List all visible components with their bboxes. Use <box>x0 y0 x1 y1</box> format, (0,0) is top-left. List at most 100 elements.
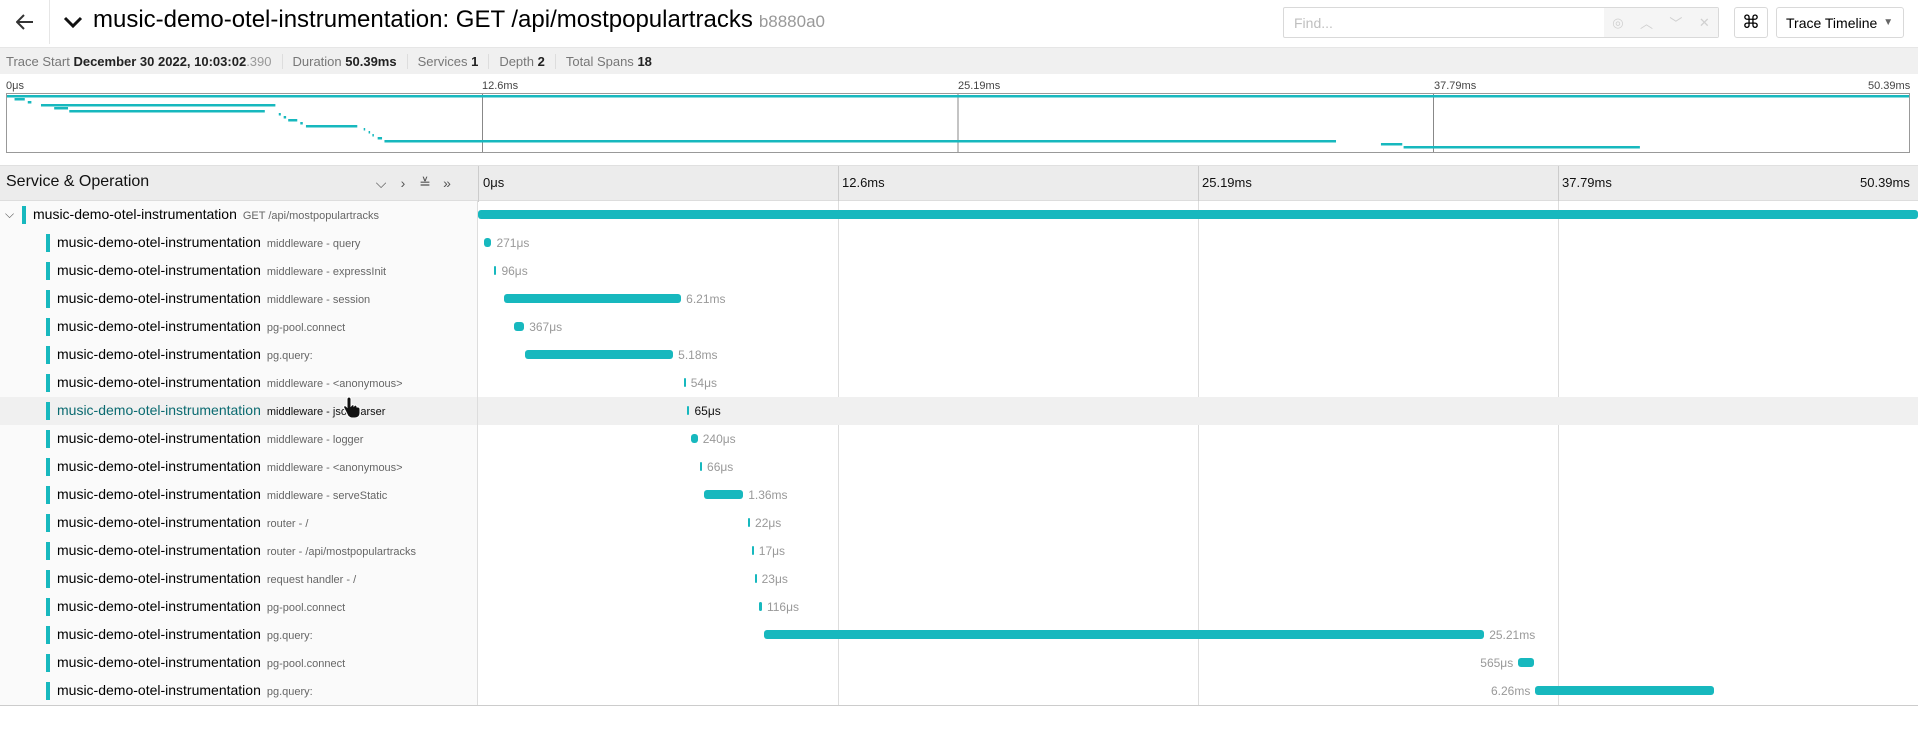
span-name-cell[interactable]: music-demo-otel-instrumentation pg.query: <box>0 341 478 369</box>
operation-name: pg.query: <box>266 686 313 698</box>
span-name-cell[interactable]: ⌵ music-demo-otel-instrumentation GET /api… <box>0 201 478 229</box>
span-bar[interactable] <box>483 238 492 247</box>
timeline-tick: 12.6ms <box>842 175 885 190</box>
chevron-down-icon[interactable] <box>62 11 84 33</box>
span-name-cell[interactable]: music-demo-otel-instrumentation pg-pool.c… <box>0 313 478 341</box>
span-row[interactable]: music-demo-otel-instrumentation pg-pool.c… <box>0 649 1918 677</box>
span-name-cell[interactable]: music-demo-otel-instrumentation pg.query: <box>0 677 478 705</box>
span-row[interactable]: music-demo-otel-instrumentation middlewar… <box>0 397 1918 425</box>
span-row[interactable]: music-demo-otel-instrumentation middlewar… <box>0 229 1918 257</box>
span-row[interactable]: music-demo-otel-instrumentation middlewar… <box>0 453 1918 481</box>
span-name-cell[interactable]: music-demo-otel-instrumentation middlewar… <box>0 285 478 313</box>
minimap-tick: 50.39ms <box>1868 80 1911 92</box>
minimap-tick: 37.79ms <box>1434 80 1477 92</box>
span-row[interactable]: music-demo-otel-instrumentation pg-pool.c… <box>0 313 1918 341</box>
next-result-icon[interactable]: ﹀ <box>1669 13 1682 32</box>
locate-icon[interactable]: ◎ <box>1612 15 1623 31</box>
service-color-marker <box>46 626 50 644</box>
span-name-cell[interactable]: music-demo-otel-instrumentation pg-pool.c… <box>0 593 478 621</box>
timeline-tick: 0μs <box>483 175 505 190</box>
span-row[interactable]: music-demo-otel-instrumentation middlewar… <box>0 285 1918 313</box>
clear-icon[interactable]: ✕ <box>1699 15 1710 31</box>
span-row[interactable]: music-demo-otel-instrumentation middlewar… <box>0 257 1918 285</box>
collapse-all-icon[interactable]: ≚ <box>416 175 434 192</box>
span-bar[interactable] <box>503 294 682 303</box>
span-row[interactable]: music-demo-otel-instrumentation pg.query:… <box>0 341 1918 369</box>
prev-result-icon[interactable]: ︿ <box>1640 13 1653 32</box>
span-bar[interactable] <box>700 462 703 471</box>
operation-name: request handler - / <box>266 574 357 586</box>
span-bar[interactable] <box>704 490 744 499</box>
span-bar[interactable] <box>763 630 1485 639</box>
span-bar[interactable] <box>478 210 1918 219</box>
span-name-cell[interactable]: music-demo-otel-instrumentation middlewar… <box>0 369 478 397</box>
column-divider[interactable] <box>478 166 479 202</box>
minimap-canvas[interactable] <box>6 93 1910 153</box>
span-duration-label: 367μs <box>529 320 563 334</box>
span-row[interactable]: music-demo-otel-instrumentation pg.query:… <box>0 677 1918 705</box>
span-bar[interactable] <box>683 378 686 387</box>
service-name: music-demo-otel-instrumentation <box>57 402 261 418</box>
keyboard-shortcuts-button[interactable]: ⌘ <box>1734 7 1768 38</box>
span-name-cell[interactable]: music-demo-otel-instrumentation middlewar… <box>0 425 478 453</box>
find-input[interactable] <box>1284 8 1604 37</box>
span-row[interactable]: music-demo-otel-instrumentation middlewar… <box>0 369 1918 397</box>
span-bar[interactable] <box>758 602 762 611</box>
span-service-name: music-demo-otel-instrumentation pg-pool.c… <box>57 598 345 614</box>
span-bar[interactable] <box>748 518 751 527</box>
trace-start-label: Trace Start <box>6 53 70 69</box>
trace-minimap[interactable]: 0μs 12.6ms 25.19ms 37.79ms 50.39ms <box>0 76 1918 156</box>
span-bar[interactable] <box>751 546 754 555</box>
span-row[interactable]: music-demo-otel-instrumentation pg-pool.c… <box>0 593 1918 621</box>
span-name-cell[interactable]: music-demo-otel-instrumentation middlewar… <box>0 397 478 425</box>
span-row[interactable]: music-demo-otel-instrumentation pg.query:… <box>0 621 1918 649</box>
span-bar[interactable] <box>754 574 757 583</box>
span-duration-label: 25.21ms <box>1489 628 1536 642</box>
span-bar[interactable] <box>1518 658 1535 667</box>
span-name-cell[interactable]: music-demo-otel-instrumentation middlewar… <box>0 257 478 285</box>
span-name-cell[interactable]: music-demo-otel-instrumentation pg.query: <box>0 621 478 649</box>
span-bar[interactable] <box>513 322 525 331</box>
services-label: Services <box>417 53 468 69</box>
trace-start-ms: .390 <box>246 53 272 69</box>
duration: Duration 50.39ms <box>292 53 408 69</box>
view-select[interactable]: Trace Timeline ▼ <box>1776 7 1904 38</box>
span-rows: ⌵ music-demo-otel-instrumentation GET /api… <box>0 201 1918 705</box>
span-row[interactable]: ⌵ music-demo-otel-instrumentation GET /api… <box>0 201 1918 229</box>
expand-one-icon[interactable]: › <box>394 175 412 192</box>
span-bar[interactable] <box>525 350 674 359</box>
back-button[interactable] <box>0 0 50 44</box>
span-row[interactable]: music-demo-otel-instrumentation middlewar… <box>0 481 1918 509</box>
span-row[interactable]: music-demo-otel-instrumentation router - … <box>0 509 1918 537</box>
span-name-cell[interactable]: music-demo-otel-instrumentation request h… <box>0 565 478 593</box>
minimap-span <box>7 95 1909 98</box>
expand-all-icon[interactable]: » <box>438 175 456 192</box>
span-row[interactable]: music-demo-otel-instrumentation request h… <box>0 565 1918 593</box>
span-service-name: music-demo-otel-instrumentation middlewar… <box>57 430 363 446</box>
span-name-cell[interactable]: music-demo-otel-instrumentation middlewar… <box>0 229 478 257</box>
span-bar[interactable] <box>690 434 698 443</box>
span-duration-label: 271μs <box>496 236 530 250</box>
span-service-name: music-demo-otel-instrumentation pg.query: <box>57 682 313 698</box>
span-bar[interactable] <box>687 406 690 415</box>
span-service-name: music-demo-otel-instrumentation middlewar… <box>57 290 370 306</box>
span-duration-label: 1.36ms <box>748 488 788 502</box>
span-bar[interactable] <box>1535 686 1715 695</box>
collapse-one-icon[interactable]: ⌵ <box>372 175 390 192</box>
minimap-span <box>69 110 265 113</box>
span-duration-label: 96μs <box>501 264 528 278</box>
span-row[interactable]: music-demo-otel-instrumentation middlewar… <box>0 425 1918 453</box>
minimap-span <box>54 107 69 110</box>
span-row[interactable]: music-demo-otel-instrumentation router - … <box>0 537 1918 565</box>
trace-header: music-demo-otel-instrumentation: GET /ap… <box>0 0 1918 48</box>
service-color-marker <box>46 262 50 280</box>
chevron-down-icon[interactable]: ⌵ <box>5 207 14 222</box>
span-name-cell[interactable]: music-demo-otel-instrumentation router - … <box>0 537 478 565</box>
span-name-cell[interactable]: music-demo-otel-instrumentation pg-pool.c… <box>0 649 478 677</box>
operation-name: middleware - session <box>266 294 371 306</box>
span-bar[interactable] <box>493 266 497 275</box>
duration-label: Duration <box>292 53 342 69</box>
span-name-cell[interactable]: music-demo-otel-instrumentation middlewar… <box>0 453 478 481</box>
span-name-cell[interactable]: music-demo-otel-instrumentation middlewar… <box>0 481 478 509</box>
span-name-cell[interactable]: music-demo-otel-instrumentation router - … <box>0 509 478 537</box>
